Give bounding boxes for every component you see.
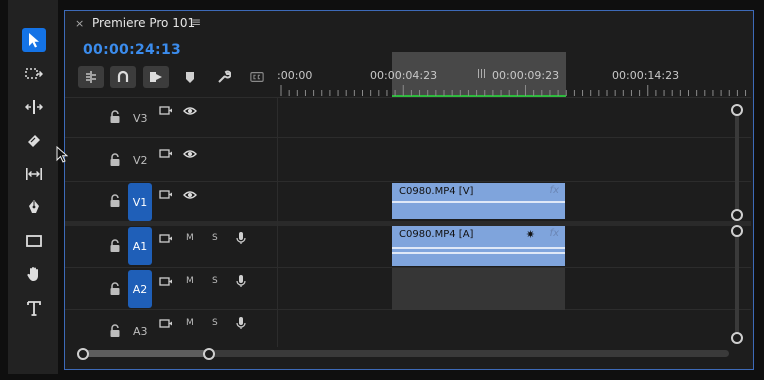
sync-lock-icon[interactable] xyxy=(159,317,173,331)
sync-lock-icon[interactable] xyxy=(159,147,173,161)
lock-icon[interactable] xyxy=(109,110,121,124)
solo-button[interactable]: S xyxy=(212,318,218,328)
scroll-knob[interactable] xyxy=(77,348,89,360)
ruler-ticks xyxy=(280,85,747,96)
scroll-knob[interactable] xyxy=(203,348,215,360)
sync-lock-icon[interactable] xyxy=(159,188,173,202)
ripple-edit-tool-icon[interactable] xyxy=(22,95,46,119)
captions-icon[interactable] xyxy=(249,69,265,85)
magnet-icon xyxy=(117,70,129,82)
wrench-icon[interactable] xyxy=(216,69,232,85)
mouse-cursor-icon xyxy=(56,146,68,163)
eye-icon[interactable] xyxy=(183,104,197,118)
video-scrollbar[interactable] xyxy=(735,110,739,214)
horizontal-scroll-thumb[interactable] xyxy=(83,350,209,357)
pen-tool-icon[interactable] xyxy=(22,195,46,219)
linked-selection-icon xyxy=(150,72,162,82)
scroll-knob[interactable] xyxy=(731,332,743,344)
microphone-icon[interactable] xyxy=(234,316,248,330)
lock-icon[interactable] xyxy=(109,194,121,208)
lock-icon[interactable] xyxy=(109,282,121,296)
track-label-a2[interactable]: A2 xyxy=(128,270,152,308)
track-label-a3[interactable]: A3 xyxy=(133,325,148,338)
eye-icon[interactable] xyxy=(183,147,197,161)
solo-button[interactable]: S xyxy=(212,233,218,243)
video-clip[interactable]: C0980.MP4 [V] fx xyxy=(392,183,565,219)
audio-clip-label: C0980.MP4 [A] xyxy=(399,229,474,240)
slip-tool-icon[interactable] xyxy=(22,162,46,186)
sync-lock-icon[interactable] xyxy=(159,232,173,246)
tools-panel xyxy=(8,0,58,374)
lock-icon[interactable] xyxy=(109,324,121,338)
audio-scrollbar[interactable] xyxy=(735,231,739,337)
hand-tool-icon[interactable] xyxy=(22,262,46,286)
add-marker-icon[interactable] xyxy=(182,69,198,85)
track-label-v1[interactable]: V1 xyxy=(128,183,152,221)
track-label-v3[interactable]: V3 xyxy=(133,112,148,125)
type-tool-icon[interactable] xyxy=(22,296,46,320)
sync-lock-icon[interactable] xyxy=(159,104,173,118)
playhead-timecode[interactable]: 00:00:24:13 xyxy=(83,42,181,58)
tab-menu-icon[interactable]: ≡ xyxy=(191,15,201,29)
selection-tool-icon[interactable] xyxy=(22,28,46,52)
snap-button[interactable] xyxy=(110,66,136,88)
audio-clip[interactable]: C0980.MP4 [A] ✷ fx xyxy=(392,226,565,266)
lock-icon[interactable] xyxy=(109,153,121,167)
a2-clip-area xyxy=(392,268,565,310)
time-ruler[interactable]: :00:00 00:00:04:23 00:00:09:23 00:00:14:… xyxy=(277,63,747,97)
microphone-icon[interactable] xyxy=(234,274,248,288)
sync-lock-icon[interactable] xyxy=(159,275,173,289)
track-label-a1[interactable]: A1 xyxy=(128,227,152,265)
rectangle-tool-icon[interactable] xyxy=(22,229,46,253)
eye-icon[interactable] xyxy=(183,188,197,202)
track-label-v2[interactable]: V2 xyxy=(133,154,148,167)
mute-button[interactable]: M xyxy=(186,233,194,243)
fx-badge[interactable]: fx xyxy=(550,185,559,196)
nest-sequence-button[interactable] xyxy=(78,66,104,88)
lock-icon[interactable] xyxy=(109,239,121,253)
scroll-knob[interactable] xyxy=(731,209,743,221)
timeline-panel: × Premiere Pro 101 ≡ 00:00:24:13 ||| :00… xyxy=(64,10,754,370)
linked-selection-button[interactable] xyxy=(143,66,169,88)
mute-button[interactable]: M xyxy=(186,318,194,328)
mute-button[interactable]: M xyxy=(186,276,194,286)
scroll-knob[interactable] xyxy=(731,225,743,237)
scroll-knob[interactable] xyxy=(731,104,743,116)
nest-icon xyxy=(86,71,96,83)
solo-button[interactable]: S xyxy=(212,276,218,286)
tab-close-button[interactable]: × xyxy=(75,17,84,30)
microphone-icon[interactable] xyxy=(234,231,248,245)
fx-badge[interactable]: fx xyxy=(550,228,559,239)
razor-tool-icon[interactable] xyxy=(22,128,46,152)
track-select-tool-icon[interactable] xyxy=(22,62,46,86)
audio-effect-badge-icon[interactable]: ✷ xyxy=(526,228,535,241)
video-clip-label: C0980.MP4 [V] xyxy=(399,186,474,197)
sequence-tab-title[interactable]: Premiere Pro 101 xyxy=(92,16,195,30)
